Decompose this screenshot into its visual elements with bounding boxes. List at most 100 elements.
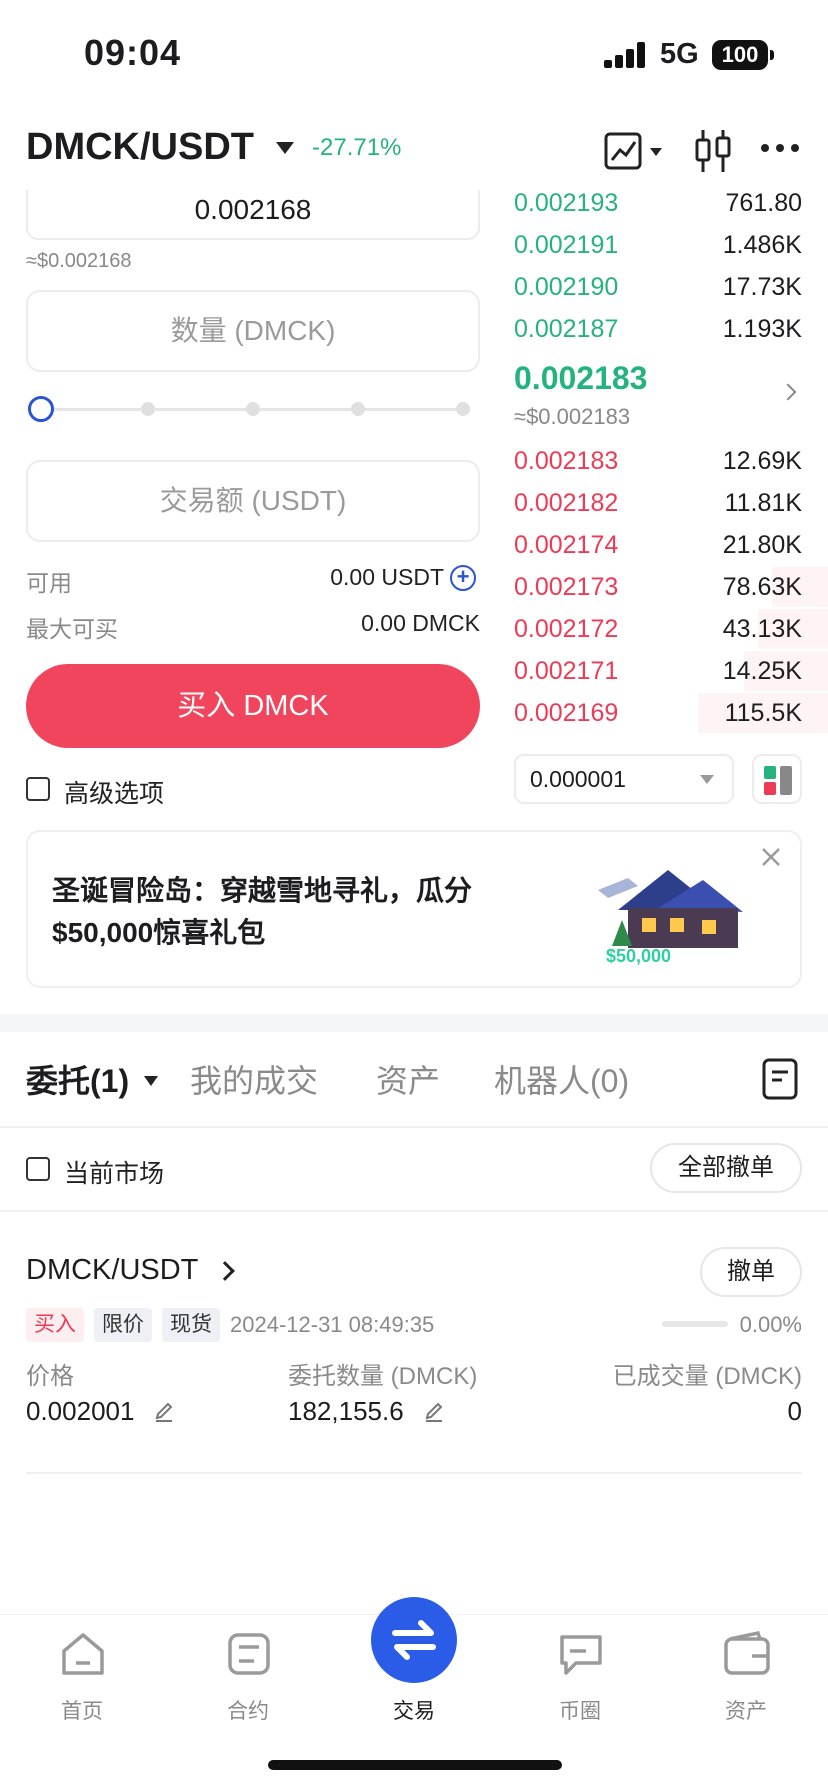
wallet-icon [724, 1630, 770, 1675]
bid-price: 0.002172 [514, 615, 619, 643]
slider-handle[interactable] [28, 396, 54, 422]
battery-icon: 100 [712, 40, 774, 70]
ask-row[interactable]: 0.002190 17.73K [514, 267, 802, 307]
banner-art-text: $50,000 [606, 946, 671, 966]
side-badge: 买入 [26, 1308, 84, 1342]
filled-qty-value: 0 [787, 1396, 802, 1426]
current-market-checkbox[interactable] [26, 1157, 50, 1181]
bid-qty: 14.25K [722, 657, 802, 685]
bid-price: 0.002171 [514, 657, 619, 685]
order-history-icon[interactable] [762, 1058, 798, 1100]
ask-price: 0.002190 [514, 273, 619, 301]
add-funds-icon[interactable]: + [450, 565, 476, 591]
fill-progress-text: 0.00% [739, 1312, 802, 1337]
bid-row[interactable]: 0.002174 21.80K [514, 525, 802, 565]
slider-step-25[interactable] [141, 402, 155, 416]
ask-row[interactable]: 0.002193 761.80 [514, 183, 802, 223]
bid-qty: 43.13K [722, 615, 802, 643]
advanced-options-checkbox[interactable] [26, 777, 50, 801]
chart-icon[interactable] [604, 128, 668, 176]
nav-label: 币圈 [559, 1700, 601, 1723]
slider-step-75[interactable] [351, 402, 365, 416]
divider [0, 1210, 828, 1212]
chevron-right-icon[interactable] [779, 383, 797, 401]
last-price-usd: ≈$0.002183 [514, 404, 631, 429]
swap-icon [392, 1620, 436, 1660]
nav-assets[interactable]: 资产 [686, 1615, 806, 1745]
more-icon[interactable] [760, 138, 800, 158]
max-buy-value: 0.00 DMCK [361, 610, 480, 636]
bid-qty: 12.69K [722, 447, 802, 475]
pair-dropdown-icon[interactable] [276, 142, 294, 154]
tab-orders[interactable]: 委托(1) [26, 1056, 129, 1102]
advanced-options-label: 高级选项 [64, 780, 165, 808]
candlestick-icon[interactable] [692, 128, 736, 176]
last-price[interactable]: 0.002183 [514, 360, 647, 397]
bid-price: 0.002174 [514, 531, 619, 559]
divider [26, 1472, 802, 1474]
precision-value: 0.000001 [530, 766, 626, 792]
chevron-down-icon[interactable] [144, 1076, 158, 1086]
network-type: 5G [660, 38, 699, 70]
nav-futures[interactable]: 合约 [188, 1615, 308, 1745]
nav-label: 交易 [393, 1700, 435, 1723]
home-indicator [268, 1760, 562, 1770]
ask-price: 0.002193 [514, 189, 619, 217]
pair-header: DMCK/USDT -27.71% [0, 110, 828, 190]
futures-icon [228, 1633, 270, 1675]
bid-price: 0.002183 [514, 447, 619, 475]
ask-qty: 1.193K [722, 315, 802, 343]
status-bar: 09:04 5G 100 [0, 0, 828, 110]
pair-title[interactable]: DMCK/USDT [26, 126, 254, 169]
cancel-all-button[interactable]: 全部撤单 [650, 1143, 802, 1193]
ask-qty: 1.486K [722, 231, 802, 259]
bid-row[interactable]: 0.002169 115.5K [514, 693, 828, 733]
christmas-house-image: $50,000 [598, 870, 743, 966]
precision-select[interactable]: 0.000001 [514, 754, 734, 804]
bid-row[interactable]: 0.002183 12.69K [514, 441, 802, 481]
edit-icon[interactable] [422, 1400, 446, 1424]
bid-row[interactable]: 0.002182 11.81K [514, 483, 802, 523]
fill-progress-bar [662, 1321, 728, 1327]
promo-banner[interactable]: 圣诞冒险岛：穿越雪地寻礼，瓜分 $50,000惊喜礼包 $50,000 [26, 830, 802, 988]
home-icon [62, 1633, 104, 1675]
orders-tabs: 委托(1) 我的成交 资产 机器人(0) [0, 1042, 828, 1126]
chevron-right-icon[interactable] [215, 1261, 235, 1281]
ask-row[interactable]: 0.002191 1.486K [514, 225, 802, 265]
order-price-value: 0.002001 [26, 1396, 135, 1426]
banner-text: 圣诞冒险岛：穿越雪地寻礼，瓜分 $50,000惊喜礼包 [52, 875, 473, 948]
close-icon[interactable] [758, 844, 784, 870]
slider-step-50[interactable] [246, 402, 260, 416]
ask-row[interactable]: 0.002187 1.193K [514, 309, 802, 349]
bid-qty: 11.81K [724, 489, 802, 517]
bid-row[interactable]: 0.002172 43.13K [514, 609, 828, 649]
order-pair[interactable]: DMCK/USDT [26, 1254, 198, 1287]
bid-row[interactable]: 0.002173 78.63K [514, 567, 828, 607]
buy-button[interactable]: 买入 DMCK [26, 664, 480, 748]
status-time: 09:04 [84, 32, 182, 73]
nav-label: 首页 [61, 1700, 103, 1723]
amount-input[interactable]: 交易额 (USDT) [26, 460, 480, 542]
price-label: 价格 [26, 1363, 74, 1390]
ask-qty: 761.80 [725, 189, 802, 217]
edit-icon[interactable] [152, 1400, 176, 1424]
slider-step-100[interactable] [456, 402, 470, 416]
price-input[interactable]: 0.002168 [26, 190, 480, 240]
tab-my-trades[interactable]: 我的成交 [190, 1056, 318, 1102]
tab-bots[interactable]: 机器人(0) [494, 1056, 629, 1102]
ask-price: 0.002187 [514, 315, 619, 343]
bid-price: 0.002169 [514, 699, 619, 727]
cancel-order-button[interactable]: 撤单 [700, 1247, 802, 1297]
nav-home[interactable]: 首页 [22, 1615, 142, 1745]
bid-row[interactable]: 0.002171 14.25K [514, 651, 828, 691]
quantity-input[interactable]: 数量 (DMCK) [26, 290, 480, 372]
nav-trade[interactable]: 交易 [354, 1597, 474, 1745]
nav-community[interactable]: 币圈 [520, 1615, 640, 1745]
divider [0, 1126, 828, 1128]
tab-assets[interactable]: 资产 [376, 1056, 440, 1102]
order-qty-label: 委托数量 (DMCK) [288, 1363, 478, 1390]
orderbook-layout-button[interactable] [752, 754, 802, 804]
available-value: 0.00 USDT [330, 564, 444, 590]
order-qty-value: 182,155.6 [288, 1396, 404, 1426]
bid-price: 0.002173 [514, 573, 619, 601]
